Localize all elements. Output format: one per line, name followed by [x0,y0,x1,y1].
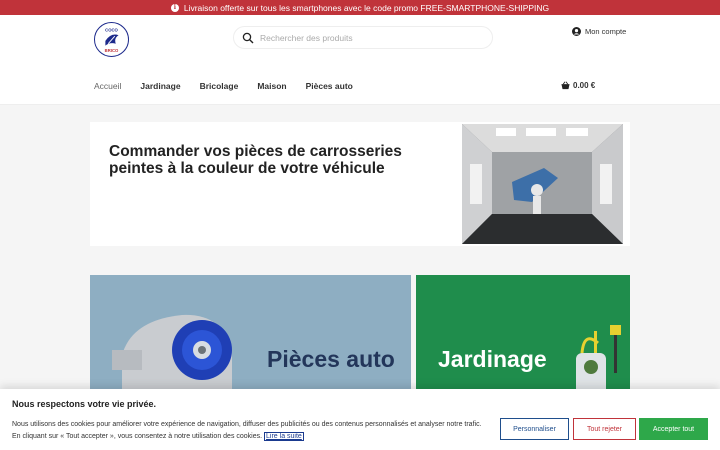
cookie-banner: Nous respectons votre vie privée. Nous u… [0,389,720,450]
logo-top-text: COCO [105,27,118,32]
read-more-link[interactable]: Lire la suite [264,431,304,441]
search-icon[interactable] [242,32,254,44]
tile-label-pieces-auto: Pièces auto [267,346,395,372]
nav-item-jardinage[interactable]: Jardinage [140,81,180,91]
hero-title: Commander vos pièces de carrosseries pei… [109,143,402,177]
reject-all-button[interactable]: Tout rejeter [573,418,636,440]
cart-total: 0.00 € [573,81,596,90]
hero-banner[interactable]: Commander vos pièces de carrosseries pei… [90,122,630,246]
customize-button[interactable]: Personnaliser [500,418,569,440]
paint-booth-image [462,124,623,244]
cookie-text-body: Nous utilisons des cookies pour améliore… [12,421,482,440]
garden-tools-illustration [576,325,621,395]
search-input[interactable] [260,32,480,43]
category-tile-pieces-auto[interactable]: Pièces auto [90,275,411,395]
account-label: Mon compte [585,27,627,36]
cookie-title: Nous respectons votre vie privée. [12,399,157,409]
nav-item-bricolage[interactable]: Bricolage [200,81,239,91]
account-link[interactable]: Mon compte [572,27,626,36]
nav-item-accueil[interactable]: Accueil [94,81,121,91]
category-tile-jardinage[interactable]: Jardinage [416,275,630,395]
search-bar[interactable] [233,26,493,49]
paint-booth-illustration [462,124,623,244]
cart-link[interactable]: 0.00 € [561,81,595,90]
main-nav: Accueil Jardinage Bricolage Maison Pièce… [94,81,353,91]
logo-mark-icon: COCO BRICO [105,27,119,53]
water-pump-illustration [112,314,232,395]
site-header: COCO BRICO Mon compte Accueil Jardinage … [0,15,720,105]
nav-item-maison[interactable]: Maison [257,81,286,91]
site-logo[interactable]: COCO BRICO [94,22,129,57]
cookie-text: Nous utilisons des cookies pour améliore… [12,419,492,443]
user-icon [572,27,581,36]
nav-item-pieces-auto[interactable]: Pièces auto [306,81,353,91]
promo-text: Livraison offerte sur tous les smartphon… [183,2,550,13]
tile-label-jardinage: Jardinage [438,346,547,372]
basket-icon [561,81,570,90]
promo-bar: i Livraison offerte sur tous les smartph… [0,0,720,15]
logo-bottom-text: BRICO [105,48,119,53]
accept-all-button[interactable]: Accepter tout [639,418,708,440]
info-icon: i [170,3,179,12]
